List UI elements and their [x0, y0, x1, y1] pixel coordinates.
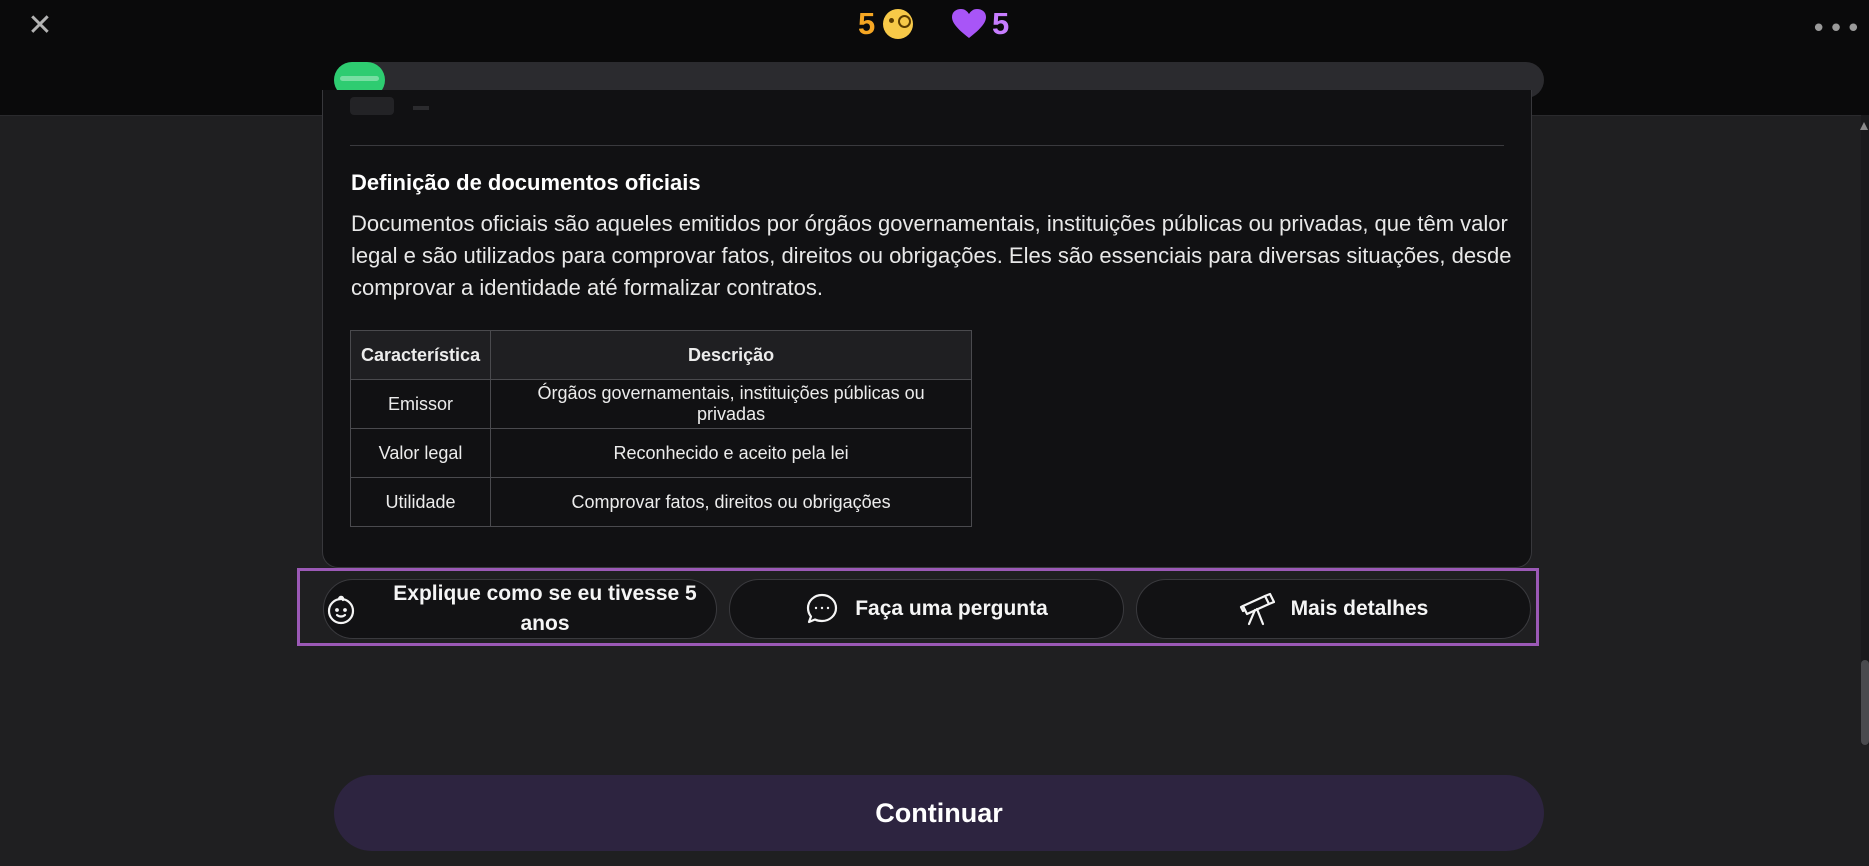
table-cell: Órgãos governamentais, instituições públ…	[490, 379, 973, 429]
cropped-item-icon	[350, 97, 394, 115]
table-row: Utilidade Comprovar fatos, direitos ou o…	[349, 477, 973, 527]
table-cell: Valor legal	[349, 428, 492, 478]
purple-heart-icon	[952, 9, 986, 38]
explain-like-five-button[interactable]: Explique como se eu tivesse 5 anos	[323, 579, 717, 639]
table-header-cell: Descrição	[490, 330, 973, 380]
scrollbar[interactable]	[1861, 115, 1869, 745]
xp-value: 5	[858, 6, 876, 41]
more-details-label: Mais detalhes	[1290, 597, 1429, 620]
more-details-button[interactable]: Mais detalhes	[1136, 579, 1531, 639]
info-table: Característica Descrição Emissor Órgãos …	[349, 330, 973, 527]
scroll-up-arrow-icon[interactable]	[1860, 122, 1868, 130]
table-header-row: Característica Descrição	[349, 330, 973, 380]
section-paragraph: Documentos oficiais são aqueles emitidos…	[351, 211, 1512, 300]
lesson-card: Definição de documentos oficiais Documen…	[322, 90, 1532, 568]
close-icon[interactable]: ✕	[22, 8, 58, 44]
monocle-face-icon	[883, 9, 914, 39]
cropped-item-text	[413, 106, 429, 110]
baby-face-icon	[327, 595, 355, 625]
scrollbar-thumb[interactable]	[1861, 660, 1869, 745]
ask-question-button[interactable]: Faça uma pergunta	[729, 579, 1124, 639]
more-options-icon[interactable]: •••	[1811, 14, 1861, 44]
xp-counter: 5	[858, 4, 914, 44]
table-cell: Utilidade	[349, 477, 492, 527]
table-row: Emissor Órgãos governamentais, instituiç…	[349, 379, 973, 429]
continue-button[interactable]: Continuar	[334, 775, 1544, 851]
explain-like-five-label: Explique como se eu tivesse 5 anos	[393, 582, 697, 635]
table-cell: Reconhecido e aceito pela lei	[490, 428, 973, 478]
table-header-cell: Característica	[349, 330, 492, 380]
divider	[350, 145, 1504, 146]
chat-bubble-icon	[807, 593, 838, 624]
section-heading: Definição de documentos oficiais	[351, 170, 701, 195]
table-row: Valor legal Reconhecido e aceito pela le…	[349, 428, 973, 478]
ask-question-label: Faça uma pergunta	[855, 597, 1048, 620]
lives-value: 5	[992, 6, 1010, 41]
table-cell: Emissor	[349, 379, 492, 429]
table-cell: Comprovar fatos, direitos ou obrigações	[490, 477, 973, 527]
telescope-icon	[1239, 592, 1275, 626]
lives-counter: 5	[952, 4, 1009, 44]
